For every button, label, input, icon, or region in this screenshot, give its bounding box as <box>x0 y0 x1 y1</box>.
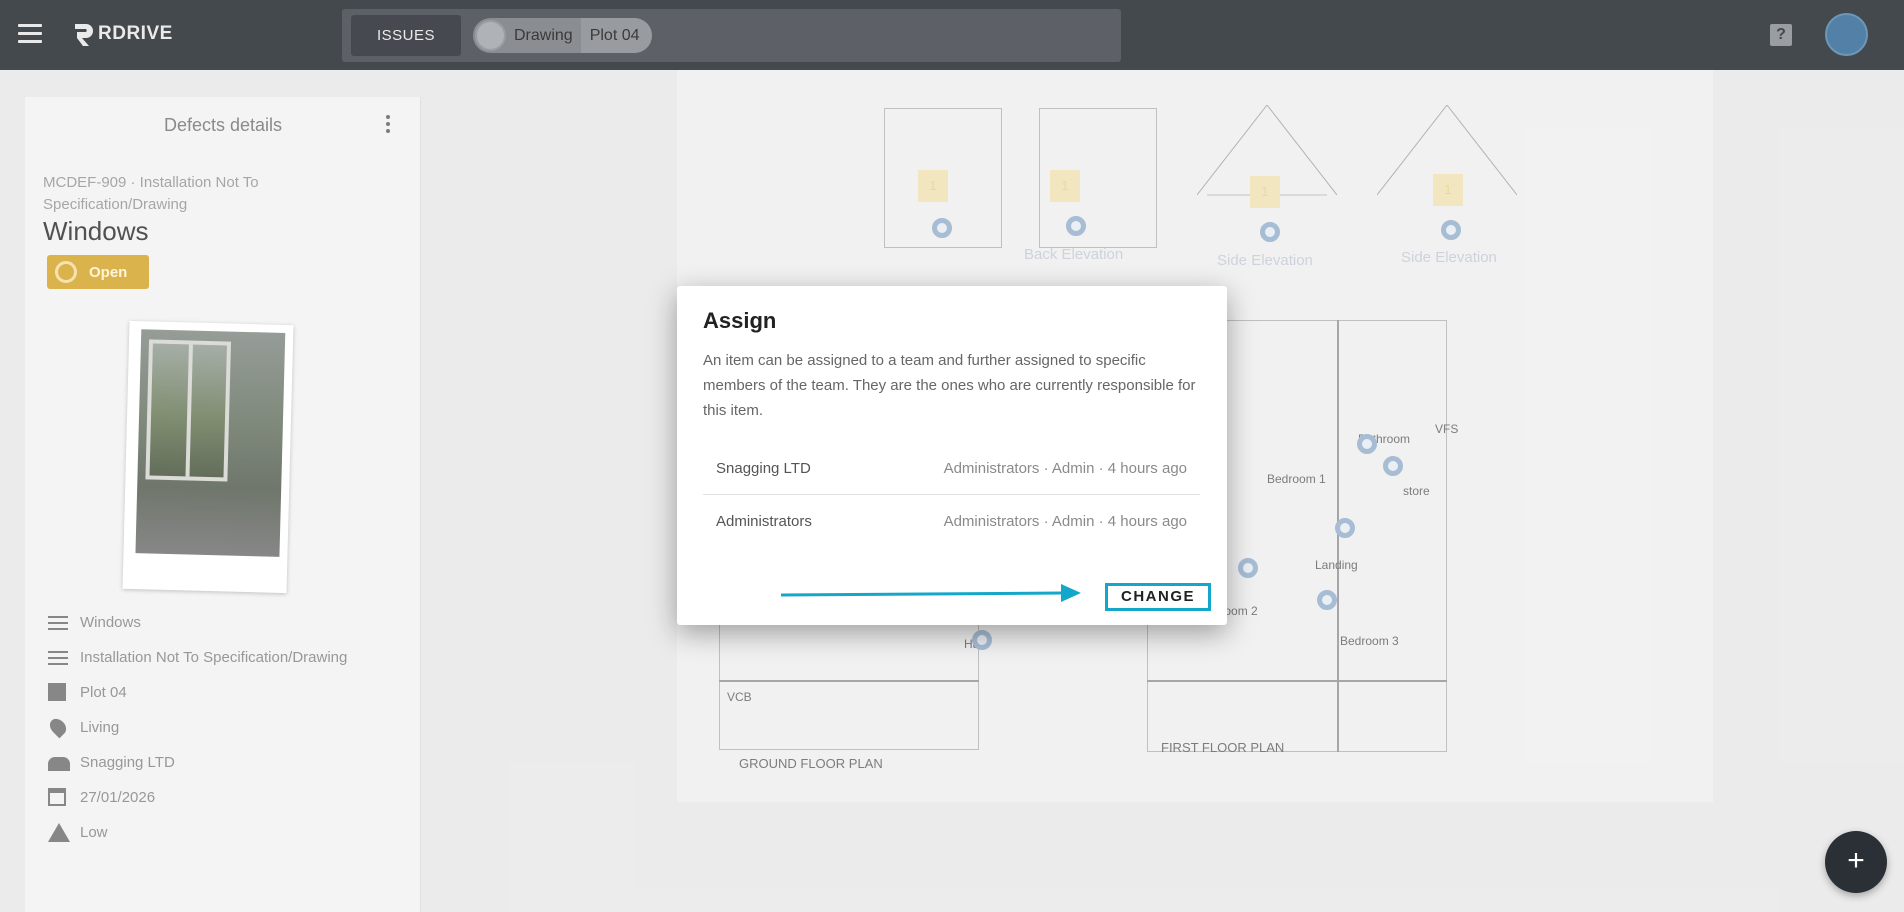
add-fab-button[interactable]: + <box>1825 831 1887 893</box>
assign-dialog: Assign An item can be assigned to a team… <box>677 286 1227 625</box>
annotation-arrow-icon <box>781 584 1081 602</box>
assignment-name: Administrators <box>716 512 812 530</box>
dialog-title: Assign <box>703 308 777 333</box>
assignment-meta: Administrators · Admin · 4 hours ago <box>943 512 1187 530</box>
assignment-name: Snagging LTD <box>716 460 811 477</box>
assignment-row: Snagging LTD Administrators · Admin · 4 … <box>703 443 1200 495</box>
assignment-meta: Administrators · Admin · 4 hours ago <box>943 460 1187 477</box>
assignment-row: Administrators Administrators · Admin · … <box>703 495 1200 547</box>
dialog-description: An item can be assigned to a team and fu… <box>703 352 1196 419</box>
change-button[interactable]: CHANGE <box>1105 583 1211 611</box>
